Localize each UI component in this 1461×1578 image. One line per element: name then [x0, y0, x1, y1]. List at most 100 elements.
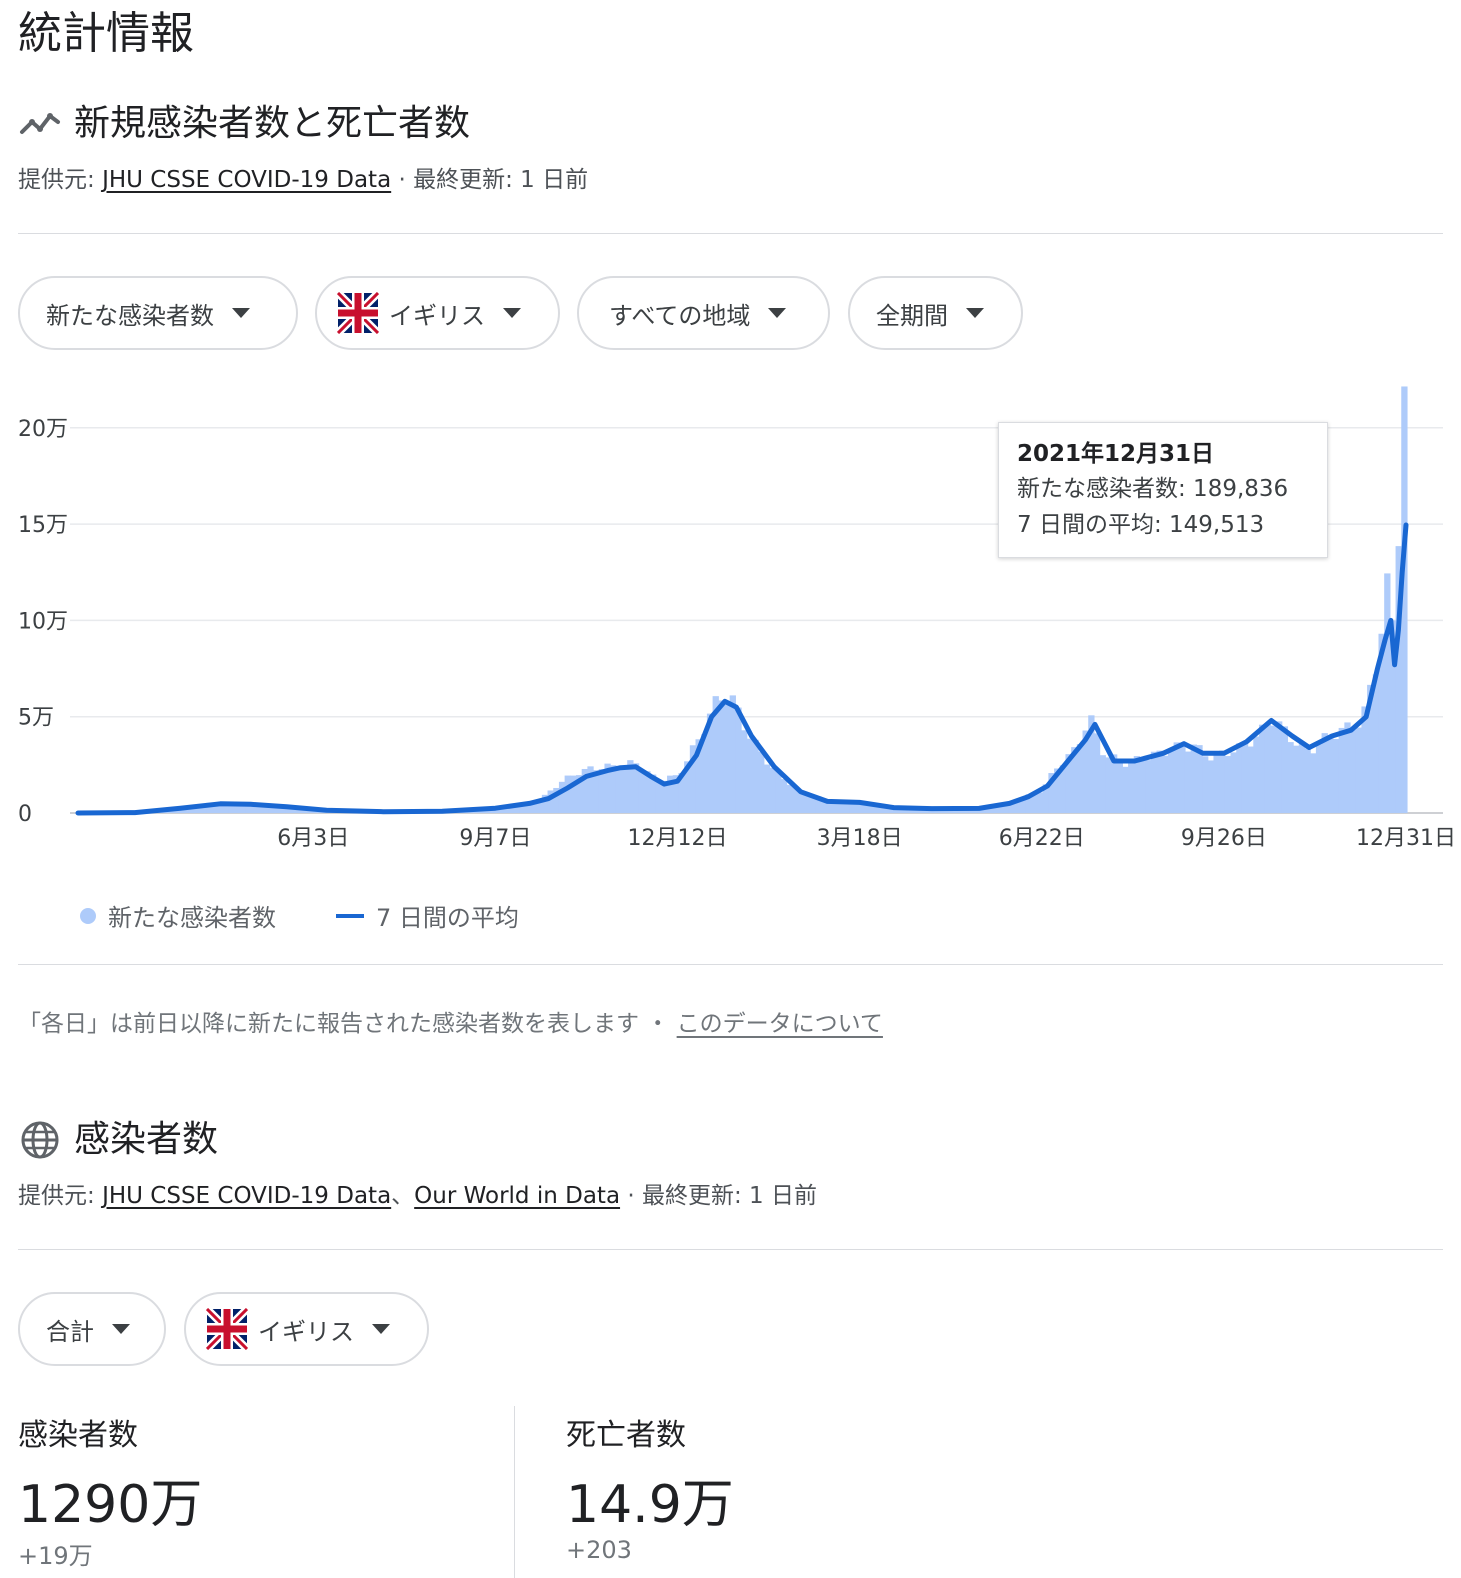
case-bar [598, 769, 606, 813]
case-bar [1293, 745, 1300, 813]
chip-label: 新たな感染者数 [46, 301, 214, 330]
case-bar [803, 794, 810, 813]
case-bar [758, 751, 765, 813]
case-bar [1327, 736, 1334, 813]
x-tick-label: 9月7日 [459, 826, 531, 851]
case-bar [786, 784, 793, 813]
data-note: 「各日」は前日以降に新たに報告された感染者数を表します ・ このデータについて [18, 1004, 883, 1038]
legend-label: 7 日間の平均 [376, 904, 519, 932]
case-bar [780, 779, 788, 813]
dropdown-arrow-icon [966, 308, 984, 318]
case-bar [1122, 766, 1129, 813]
case-bar [741, 730, 748, 813]
region-filter-chip[interactable]: すべての地域 [577, 276, 830, 350]
tooltip-date: 2021年12月31日 [1017, 441, 1215, 467]
country-filter-chip[interactable]: イギリス [315, 276, 560, 350]
case-bar [1162, 755, 1169, 813]
chip-label: イギリス [389, 301, 485, 330]
case-bar [1258, 724, 1266, 813]
section-title: 新規感染者数と死亡者数 [74, 103, 471, 144]
stats-divider [514, 1406, 515, 1578]
case-bar [1384, 573, 1391, 813]
case-bar [1173, 742, 1180, 813]
total-filter-chip[interactable]: 合計 [18, 1292, 166, 1366]
case-bar [1116, 761, 1123, 813]
case-bar [1270, 725, 1277, 813]
case-bar [1167, 751, 1175, 813]
case-bar [1213, 752, 1220, 813]
case-bar [1253, 736, 1260, 813]
globe-icon [18, 1118, 62, 1162]
source-line: 提供元: JHU CSSE COVID-19 Data · 最終更新: 1 日前 [18, 165, 588, 195]
source-line: 提供元: JHU CSSE COVID-19 Data、Our World in… [18, 1181, 817, 1211]
case-bar [735, 707, 742, 813]
case-bar [1139, 760, 1146, 813]
y-tick-label: 5万 [18, 706, 54, 731]
case-bar [1338, 727, 1345, 813]
case-bar [775, 770, 782, 813]
case-bar [1037, 792, 1044, 813]
case-bar [1344, 722, 1351, 813]
case-bar [1304, 748, 1311, 813]
case-bar [763, 764, 771, 813]
case-bar [718, 700, 725, 813]
case-bar [1179, 746, 1186, 813]
note-text: 「各日」は前日以降に新たに報告された感染者数を表します ・ [18, 1011, 677, 1037]
legend-new-cases: 新たな感染者数 [80, 898, 276, 933]
case-bar [1184, 751, 1192, 813]
period-filter-chip[interactable]: 全期間 [848, 276, 1023, 350]
case-bar [1202, 756, 1209, 813]
case-bar [1281, 726, 1289, 813]
legend-dot [80, 907, 96, 924]
case-bar [564, 775, 571, 813]
dropdown-arrow-icon [232, 308, 250, 318]
case-bar [1310, 753, 1317, 813]
case-bar [1264, 724, 1271, 813]
trend-line-icon [18, 102, 62, 146]
chip-label: 全期間 [876, 301, 948, 330]
case-bar [621, 765, 628, 813]
case-bar [1332, 739, 1340, 813]
case-bar [1224, 756, 1232, 813]
case-bar [1350, 729, 1357, 813]
metric-filter-chip[interactable]: 新たな感染者数 [18, 276, 298, 350]
deaths-value: 14.9万 [566, 1475, 734, 1535]
case-bar [558, 781, 566, 813]
section-header-cases-deaths: 新規感染者数と死亡者数 [18, 102, 470, 146]
x-tick-label: 3月18日 [817, 826, 903, 851]
legend-line [336, 913, 364, 918]
source-separator: 、 [391, 1183, 415, 1209]
dropdown-arrow-icon [503, 308, 521, 318]
case-bar [1287, 742, 1294, 813]
y-tick-label: 15万 [18, 513, 68, 538]
source-link-jhu[interactable]: JHU CSSE COVID-19 Data [102, 167, 391, 193]
case-bar [769, 767, 776, 813]
x-tick-label: 12月12日 [627, 826, 727, 851]
x-tick-label: 6月3日 [277, 826, 349, 851]
case-bar [1315, 744, 1323, 813]
case-bar [746, 738, 754, 813]
case-bar [1133, 756, 1141, 813]
x-tick-label: 9月26日 [1181, 826, 1267, 851]
case-bar [1355, 727, 1363, 813]
case-bar [615, 769, 623, 813]
tooltip-new-cases: 新たな感染者数: 189,836 [1017, 476, 1289, 502]
uk-flag-icon [204, 1306, 250, 1352]
deaths-label: 死亡者数 [566, 1418, 686, 1453]
source-link-owid[interactable]: Our World in Data [414, 1183, 620, 1209]
case-bar [610, 765, 617, 813]
case-bar [1207, 760, 1215, 813]
uk-flag-icon [335, 290, 381, 336]
case-bar [1150, 751, 1158, 813]
chip-label: 合計 [46, 1317, 94, 1346]
source-prefix: 提供元: [18, 1183, 103, 1209]
legend-label: 新たな感染者数 [108, 904, 276, 932]
divider [18, 964, 1443, 965]
case-bar [638, 771, 645, 813]
about-data-link[interactable]: このデータについて [677, 1011, 883, 1037]
case-bar [1321, 733, 1328, 813]
country-filter-chip[interactable]: イギリス [184, 1292, 429, 1366]
x-tick-label: 12月31日 [1356, 826, 1456, 851]
case-bar [1298, 741, 1306, 813]
source-link-jhu[interactable]: JHU CSSE COVID-19 Data [102, 1183, 391, 1209]
